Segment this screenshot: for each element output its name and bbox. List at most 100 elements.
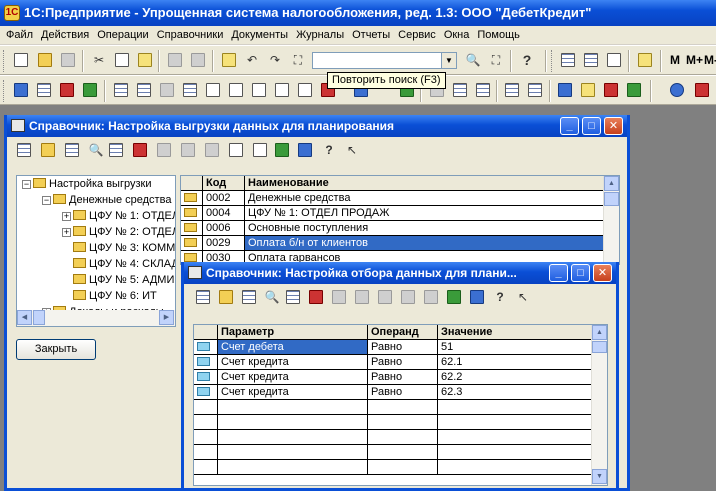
maximize-button[interactable]: □ — [571, 264, 590, 282]
dm-icon[interactable] — [602, 81, 620, 99]
help-icon[interactable]: ? — [491, 288, 509, 306]
tree-expand-toggle[interactable]: + — [62, 228, 71, 237]
scroll-left-arrow[interactable]: ◀ — [17, 310, 32, 325]
table-row-selected[interactable]: 0029 Оплата б/н от клиентов — [181, 236, 603, 251]
properties-icon[interactable] — [220, 51, 238, 69]
chevron-down-icon[interactable]: ▼ — [441, 53, 456, 68]
scroll-thumb[interactable] — [604, 192, 619, 206]
toolbar-grip[interactable] — [551, 50, 554, 72]
tree-view-icon[interactable] — [273, 141, 291, 159]
close-button[interactable]: Закрыть — [16, 339, 96, 360]
edit-icon[interactable] — [605, 51, 623, 69]
catalog-1-icon[interactable] — [112, 81, 130, 99]
operations-journal-icon[interactable] — [35, 81, 53, 99]
menu-documents[interactable]: Документы — [227, 27, 292, 44]
print-icon[interactable] — [166, 51, 184, 69]
tree-node[interactable]: ЦФУ № 6: ИТ — [73, 288, 157, 304]
search-next-icon[interactable]: ⛶ — [487, 51, 505, 69]
scroll-thumb[interactable] — [33, 310, 45, 325]
bank-icon[interactable] — [625, 81, 643, 99]
menu-file[interactable]: Файл — [2, 27, 37, 44]
table-row[interactable]: Счет кредита Равно 62.3 — [194, 385, 591, 400]
menu-actions[interactable]: Действия — [37, 27, 93, 44]
copy-disabled-icon[interactable] — [376, 288, 394, 306]
invoice-icon[interactable] — [503, 81, 521, 99]
groups-tree[interactable]: − Настройка выгрузки − Денежные средства… — [16, 175, 176, 327]
whats-this-icon[interactable]: ↖ — [514, 288, 532, 306]
hierarchy-icon[interactable] — [296, 141, 314, 159]
help-icon[interactable]: ? — [320, 141, 338, 159]
edit-row-icon[interactable] — [284, 288, 302, 306]
globe-icon[interactable] — [668, 81, 686, 99]
scroll-down-arrow[interactable]: ▼ — [592, 469, 607, 484]
toolbar-grip[interactable] — [3, 80, 6, 102]
document-icon[interactable] — [227, 141, 245, 159]
col-parameter[interactable]: Параметр — [218, 325, 368, 339]
minimize-button[interactable]: _ — [549, 264, 568, 282]
paste-icon[interactable] — [136, 51, 154, 69]
tree-node[interactable]: ЦФУ № 2: ОТДЕЛ СНАБЖЕНИЯ — [73, 224, 175, 240]
tree-node[interactable]: ЦФУ № 5: АДМИНИСТРАЦИЯ — [73, 272, 175, 288]
open-folder-icon[interactable] — [36, 51, 54, 69]
print-icon[interactable] — [422, 288, 440, 306]
close-icon[interactable]: ✕ — [604, 117, 623, 135]
table-row[interactable]: 0002 Денежные средства — [181, 191, 603, 206]
hierarchy-icon[interactable] — [468, 288, 486, 306]
catalog-5-icon[interactable] — [204, 81, 222, 99]
calendar-icon[interactable] — [582, 51, 600, 69]
move-icon[interactable] — [179, 141, 197, 159]
pko-icon[interactable] — [451, 81, 469, 99]
search-combo[interactable]: ▼ — [312, 52, 457, 69]
tree-node[interactable]: ЦФУ № 3: КОММЕРЧЕСКИЙ — [73, 240, 175, 256]
menu-help[interactable]: Помощь — [473, 27, 524, 44]
search-icon[interactable]: 🔍 — [263, 288, 281, 306]
table-row[interactable]: 0004 ЦФУ № 1: ОТДЕЛ ПРОДАЖ — [181, 206, 603, 221]
scroll-up-arrow[interactable]: ▲ — [604, 176, 619, 191]
catalog-4-icon[interactable] — [181, 81, 199, 99]
col-value[interactable]: Значение — [438, 325, 591, 339]
wizard-icon[interactable] — [81, 81, 99, 99]
tree-node[interactable]: Денежные средства — [53, 192, 171, 208]
cut-icon[interactable]: ✂ — [90, 51, 108, 69]
copy-row-icon[interactable] — [63, 141, 81, 159]
mark-delete-icon[interactable] — [330, 288, 348, 306]
col-code[interactable]: Код — [203, 176, 245, 190]
col-name[interactable]: Наименование — [245, 176, 603, 190]
mark-delete-icon[interactable] — [155, 141, 173, 159]
save-icon[interactable] — [59, 51, 77, 69]
edit-row-icon[interactable] — [107, 141, 125, 159]
redo-icon[interactable]: ↷ — [266, 51, 284, 69]
catalog-3-icon[interactable] — [158, 81, 176, 99]
document-icon[interactable] — [399, 288, 417, 306]
catalog-filter-window[interactable]: Справочник: Настройка отбора данных для … — [181, 262, 619, 491]
add-icon[interactable] — [194, 288, 212, 306]
whats-this-icon[interactable]: ↖ — [343, 141, 361, 159]
table-row[interactable]: Счет кредита Равно 62.1 — [194, 355, 591, 370]
exit-icon[interactable] — [693, 81, 711, 99]
copy-icon[interactable] — [113, 51, 131, 69]
copy-disabled-icon[interactable] — [203, 141, 221, 159]
menu-catalogs[interactable]: Справочники — [153, 27, 228, 44]
scroll-thumb[interactable] — [592, 341, 607, 353]
copy-row-icon[interactable] — [240, 288, 258, 306]
search-icon[interactable]: 🔍 — [87, 141, 105, 159]
col-operand[interactable]: Операнд — [368, 325, 438, 339]
scroll-up-arrow[interactable]: ▲ — [592, 325, 607, 340]
add-group-icon[interactable] — [39, 141, 57, 159]
calculator-icon[interactable] — [559, 51, 577, 69]
delete-row-icon[interactable] — [307, 288, 325, 306]
memory-button[interactable]: М — [670, 53, 680, 67]
new-doc-icon[interactable] — [12, 51, 30, 69]
catalog-8-icon[interactable] — [273, 81, 291, 99]
tree-expand-toggle[interactable]: − — [22, 180, 31, 189]
menu-reports[interactable]: Отчеты — [348, 27, 394, 44]
memory-minus-button[interactable]: М- — [704, 53, 716, 67]
rko-icon[interactable] — [474, 81, 492, 99]
grid-vscrollbar[interactable]: ▲ ▼ — [591, 325, 607, 485]
menu-windows[interactable]: Окна — [440, 27, 474, 44]
chart-of-accounts-icon[interactable] — [12, 81, 30, 99]
catalog-7-icon[interactable] — [250, 81, 268, 99]
book-icon[interactable] — [636, 51, 654, 69]
catalog-filter-grid[interactable]: Параметр Операнд Значение Счет дебета Ра… — [193, 324, 608, 486]
tree-view-icon[interactable] — [445, 288, 463, 306]
